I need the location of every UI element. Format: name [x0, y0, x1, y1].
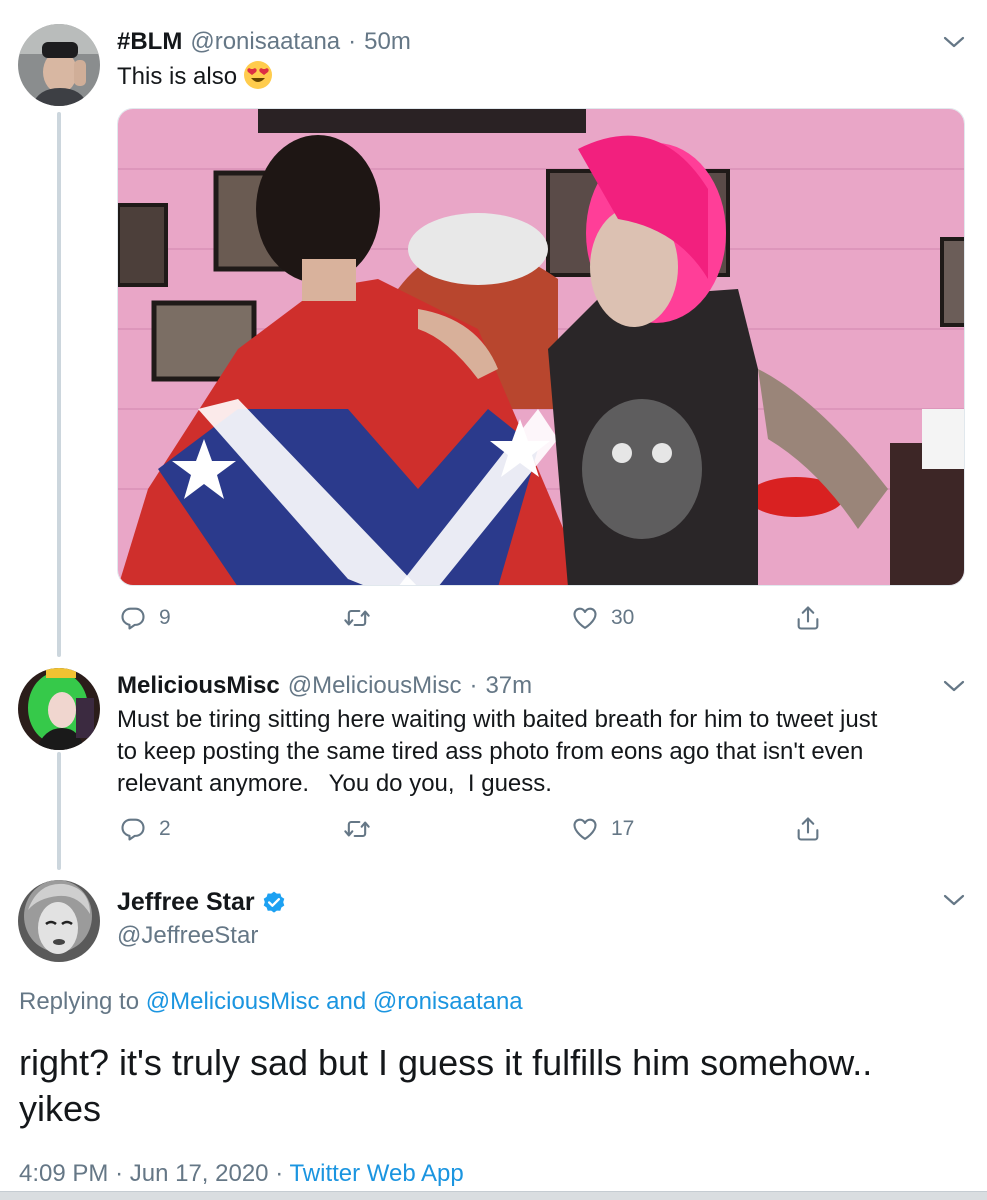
tweet-action-bar: 9 30: [117, 604, 837, 636]
like-count: 17: [611, 817, 635, 840]
mention-link[interactable]: @ronisaatana: [373, 988, 523, 1015]
verified-badge-icon: [263, 891, 284, 913]
reply-icon: [121, 607, 145, 630]
share-button[interactable]: [794, 815, 822, 843]
chevron-down-icon[interactable]: [940, 676, 968, 696]
separator-dot: ·: [115, 1160, 124, 1187]
like-count: 30: [611, 606, 635, 629]
retweet-button[interactable]: [343, 815, 383, 843]
replying-and: and: [326, 988, 367, 1015]
separator-dot: ·: [469, 672, 478, 699]
handle[interactable]: @MeliciousMisc: [288, 672, 462, 700]
display-name[interactable]: MeliciousMisc: [117, 672, 280, 700]
tweet-text-line: to keep posting the same tired ass photo…: [117, 738, 864, 765]
share-button[interactable]: [794, 604, 822, 632]
display-name[interactable]: Jeffree Star: [117, 888, 255, 917]
avatar[interactable]: [18, 668, 100, 750]
replying-to-label: Replying to: [19, 988, 140, 1015]
tweet-text: This is also: [117, 60, 273, 93]
main-tweet-name-row: Jeffree Star: [117, 888, 287, 917]
retweet-icon: [344, 820, 370, 838]
chevron-down-icon[interactable]: [940, 32, 968, 52]
tweet-date[interactable]: Jun 17, 2020: [130, 1160, 269, 1187]
tweet-header: MeliciousMisc @MeliciousMisc · 37m: [117, 672, 532, 700]
tweet-media-photo[interactable]: [117, 108, 965, 586]
separator-dot: ·: [275, 1160, 284, 1187]
handle[interactable]: @ronisaatana: [190, 28, 340, 56]
reply-button[interactable]: 2: [119, 815, 171, 843]
tweet-metadata: 4:09 PM · Jun 17, 2020 · Twitter Web App: [19, 1160, 464, 1188]
main-tweet-text-line: yikes: [19, 1088, 102, 1129]
tweet-text-content: This is also: [117, 63, 238, 90]
separator-dot: ·: [348, 28, 357, 55]
thread-connector-line: [57, 112, 61, 657]
tweet-text-line: relevant anymore. You do you, I guess.: [117, 770, 552, 797]
tweet-action-bar: 2 17: [117, 815, 837, 847]
replying-to-line: Replying to @MeliciousMisc and @ronisaat…: [19, 988, 523, 1016]
like-icon: [573, 818, 597, 840]
bottom-divider: [0, 1191, 987, 1200]
tweet-header: #BLM @ronisaatana · 50m: [117, 28, 411, 56]
retweet-icon: [344, 609, 370, 627]
share-icon: [797, 817, 819, 841]
reply-count: 9: [159, 606, 171, 629]
thread-connector-line: [57, 752, 61, 870]
main-tweet-text: right? it's truly sad but I guess it ful…: [19, 1040, 969, 1132]
timestamp[interactable]: 50m: [364, 28, 411, 56]
tweet-source-link[interactable]: Twitter Web App: [289, 1160, 463, 1187]
like-icon: [573, 607, 597, 629]
reply-button[interactable]: 9: [119, 604, 171, 632]
avatar[interactable]: [18, 880, 100, 962]
main-tweet-text-line: right? it's truly sad but I guess it ful…: [19, 1042, 873, 1083]
display-name[interactable]: #BLM: [117, 28, 182, 56]
share-icon: [797, 606, 819, 630]
reply-icon: [121, 818, 145, 841]
like-button[interactable]: 17: [571, 815, 634, 843]
like-button[interactable]: 30: [571, 604, 634, 632]
timestamp[interactable]: 37m: [485, 672, 532, 700]
chevron-down-icon[interactable]: [940, 890, 968, 910]
tweet-text: Must be tiring sitting here waiting with…: [117, 704, 967, 800]
avatar[interactable]: [18, 24, 100, 106]
tweet-time[interactable]: 4:09 PM: [19, 1160, 108, 1187]
handle[interactable]: @JeffreeStar: [117, 922, 258, 950]
heart-eyes-emoji-icon: [244, 61, 273, 89]
mention-link[interactable]: @MeliciousMisc: [146, 988, 320, 1015]
retweet-button[interactable]: [343, 604, 383, 632]
reply-count: 2: [159, 817, 171, 840]
tweet-text-line: Must be tiring sitting here waiting with…: [117, 706, 878, 733]
